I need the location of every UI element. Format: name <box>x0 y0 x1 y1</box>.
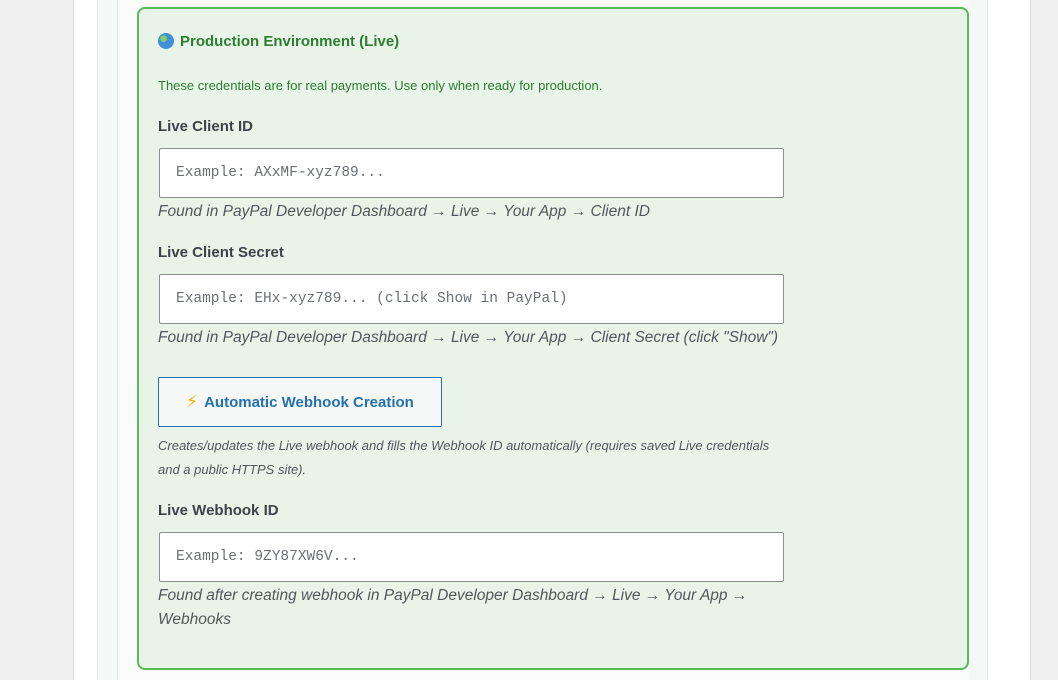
webhook-button-description: Creates/updates the Live webhook and fil… <box>158 438 770 477</box>
webhook-id-label: Live Webhook ID <box>158 502 279 519</box>
client-id-input[interactable] <box>159 148 784 198</box>
client-id-label: Live Client ID <box>158 118 254 135</box>
section-title: Production Environment (Live) <box>180 32 400 50</box>
section-heading: Production Environment (Live) <box>158 30 399 52</box>
webhook-id-input[interactable] <box>159 532 784 582</box>
client-secret-label: Live Client Secret <box>158 244 284 261</box>
webhook-id-help: Found after creating webhook in PayPal D… <box>158 587 748 628</box>
client-secret-help: Found in PayPal Developer Dashboard → Li… <box>158 329 779 346</box>
automatic-webhook-creation-button[interactable]: ⚡ Automatic Webhook Creation <box>158 377 442 427</box>
client-id-help: Found in PayPal Developer Dashboard → Li… <box>158 203 650 220</box>
globe-icon <box>158 33 174 49</box>
client-secret-input[interactable] <box>159 274 784 324</box>
production-notice: These credentials are for real payments.… <box>158 78 603 93</box>
webhook-button-label: Automatic Webhook Creation <box>204 393 414 411</box>
lightning-icon: ⚡ <box>186 392 199 411</box>
